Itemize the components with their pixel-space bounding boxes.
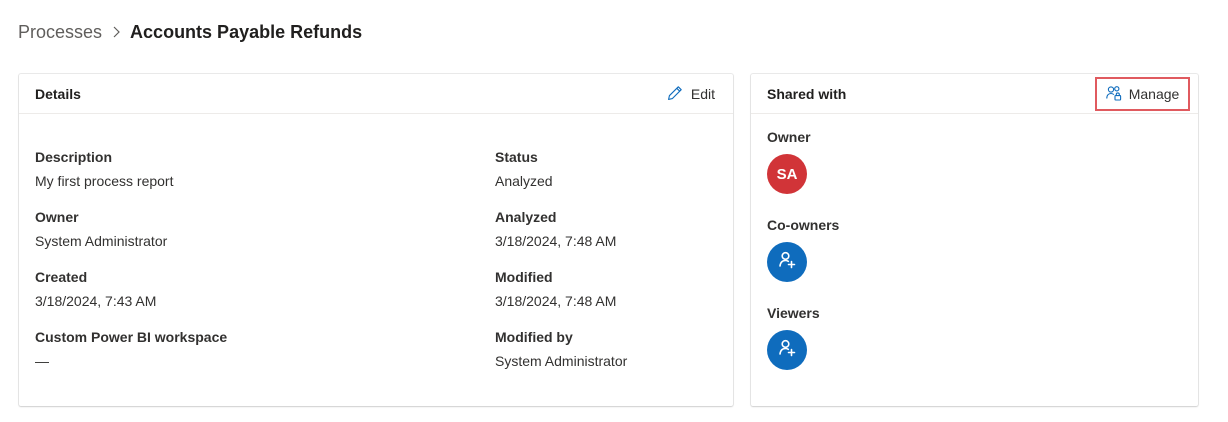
analyzed-label: Analyzed: [495, 209, 557, 225]
owner-field: Owner System Administrator: [35, 208, 167, 250]
owner-avatar: SA: [767, 154, 807, 194]
edit-label: Edit: [690, 86, 715, 102]
shared-owner-label: Owner: [767, 129, 811, 145]
details-title: Details: [35, 85, 81, 102]
pencil-icon: [667, 85, 683, 104]
modified-by-field: Modified by System Administrator: [495, 328, 627, 370]
analyzed-field: Analyzed 3/18/2024, 7:48 AM: [495, 208, 616, 250]
owner-label: Owner: [35, 209, 79, 225]
add-coowner-button[interactable]: [767, 242, 807, 282]
coowners-label: Co-owners: [767, 217, 840, 233]
workspace-value: —: [35, 353, 49, 369]
description-field: Description My first process report: [35, 148, 173, 190]
person-add-icon: [777, 338, 797, 363]
shared-card-header: Shared with Manage: [751, 74, 1198, 114]
chevron-right-icon: [102, 20, 130, 44]
details-card: Details Edit Description My first proces…: [19, 74, 733, 406]
details-card-header: Details Edit: [19, 74, 733, 114]
created-label: Created: [35, 269, 88, 285]
viewers-label: Viewers: [767, 305, 820, 321]
page-title: Accounts Payable Refunds: [130, 21, 363, 42]
people-lock-icon: [1105, 85, 1122, 104]
modified-value: 3/18/2024, 7:48 AM: [495, 293, 617, 309]
shared-with-card: Shared with Manage Owner SA Co-owners Vi…: [751, 74, 1198, 406]
workspace-field: Custom Power BI workspace —: [35, 328, 227, 370]
description-label: Description: [35, 149, 113, 165]
created-value: 3/18/2024, 7:43 AM: [35, 293, 157, 309]
manage-button[interactable]: Manage: [1095, 77, 1190, 111]
add-viewer-button[interactable]: [767, 330, 807, 370]
status-field: Status Analyzed: [495, 148, 553, 190]
breadcrumb-processes-link[interactable]: Processes: [18, 22, 102, 43]
owner-value: System Administrator: [35, 233, 168, 249]
description-value: My first process report: [35, 173, 174, 189]
edit-button[interactable]: Edit: [667, 84, 715, 104]
modified-by-label: Modified by: [495, 329, 573, 345]
modified-field: Modified 3/18/2024, 7:48 AM: [495, 268, 616, 310]
status-value: Analyzed: [495, 173, 553, 189]
analyzed-value: 3/18/2024, 7:48 AM: [495, 233, 617, 249]
breadcrumb: Processes Accounts Payable Refunds: [18, 20, 362, 44]
status-label: Status: [495, 149, 538, 165]
modified-by-value: System Administrator: [495, 353, 628, 369]
shared-with-title: Shared with: [767, 85, 847, 102]
modified-label: Modified: [495, 269, 553, 285]
workspace-label: Custom Power BI workspace: [35, 329, 228, 345]
created-field: Created 3/18/2024, 7:43 AM: [35, 268, 156, 310]
manage-label: Manage: [1128, 86, 1180, 102]
person-add-icon: [777, 250, 797, 275]
